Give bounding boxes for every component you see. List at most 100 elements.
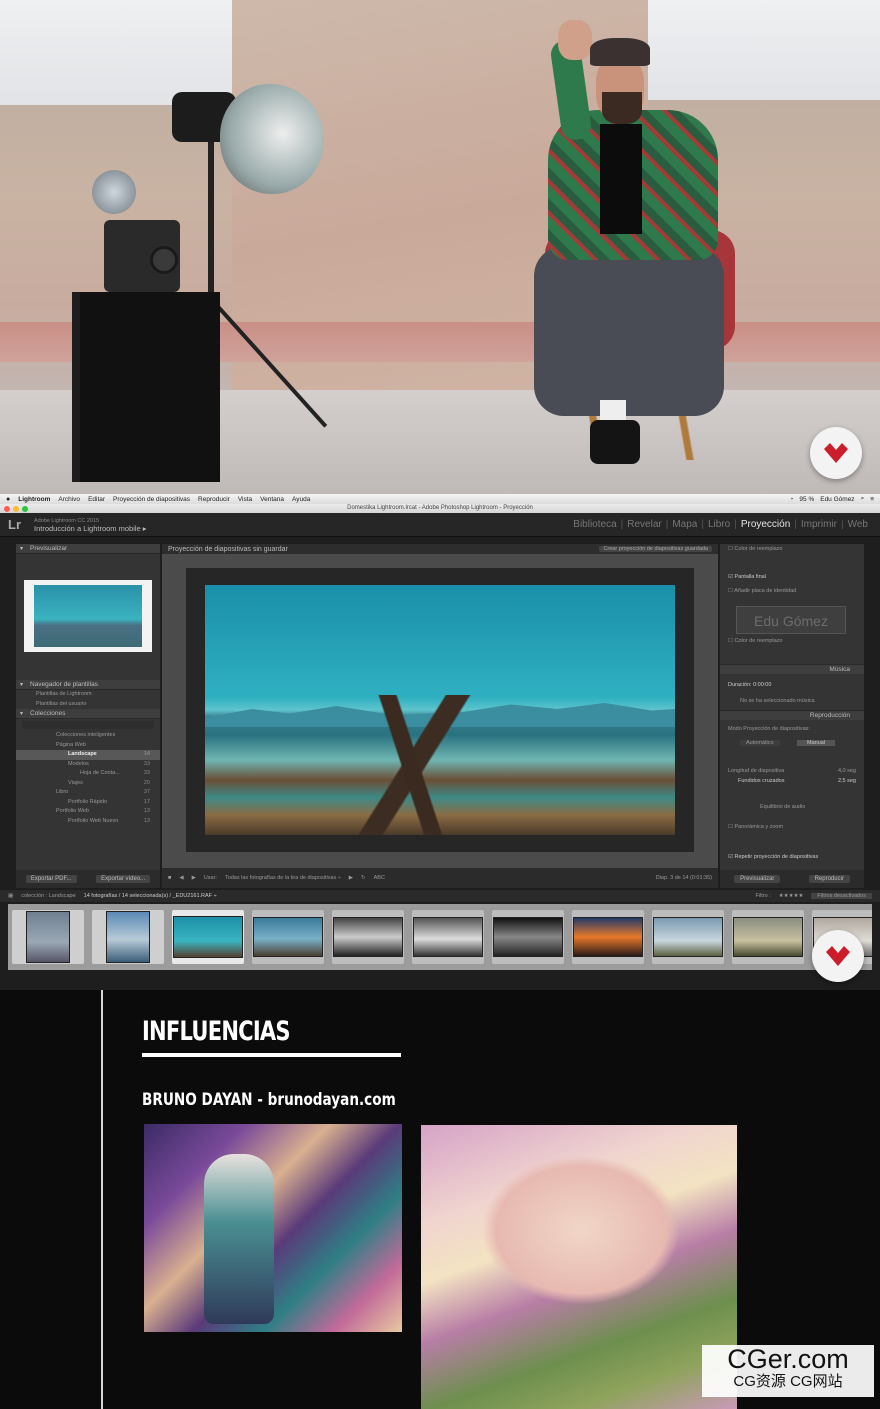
export-pdf-button[interactable]: Exportar PDF... bbox=[25, 875, 77, 883]
filmstrip bbox=[8, 904, 872, 970]
add-text-button[interactable]: ABC bbox=[374, 875, 385, 881]
templates-list: Plantillas de Lightroom Plantillas del u… bbox=[16, 690, 160, 709]
collection-item[interactable]: Colecciones inteligentes bbox=[16, 731, 160, 741]
filmstrip-thumb[interactable] bbox=[732, 910, 804, 964]
menu-item[interactable]: Archivo bbox=[58, 496, 80, 503]
domestika-logo-icon[interactable] bbox=[812, 930, 864, 982]
menu-app[interactable]: Lightroom bbox=[18, 496, 50, 503]
collections-header[interactable]: Colecciones bbox=[16, 709, 160, 719]
lightroom-window: ● Lightroom Archivo Editar Proyección de… bbox=[0, 494, 880, 990]
template-lightroom[interactable]: Plantillas de Lightroom bbox=[36, 690, 160, 700]
watermark: CGer.com CG资源 CG网站 bbox=[702, 1345, 874, 1397]
slideshow-editor: Proyección de diapositivas sin guardar C… bbox=[162, 544, 718, 888]
rating-stars[interactable]: ★★★★★ bbox=[779, 893, 804, 899]
filmstrip-thumb-selected[interactable] bbox=[172, 910, 244, 964]
replacement-color-row-2[interactable]: ☐ Color de reemplazo bbox=[720, 636, 864, 646]
module-libro[interactable]: Libro bbox=[704, 519, 734, 530]
filter-select[interactable]: Filtros desactivados bbox=[811, 893, 872, 899]
catalog-name[interactable]: Introducción a Lightroom mobile ▸ bbox=[34, 524, 147, 533]
apple-icon[interactable]: ● bbox=[6, 496, 10, 503]
slide-length-row[interactable]: Longitud de diapositiva 4,0 seg bbox=[720, 766, 864, 776]
repeat-checkbox[interactable]: ☑ Repetir proyección de diapositivas bbox=[720, 852, 864, 862]
domestika-logo-icon[interactable] bbox=[810, 427, 862, 479]
play-icon[interactable]: ▶ bbox=[349, 875, 353, 881]
filmstrip-thumb[interactable] bbox=[252, 910, 324, 964]
identity-text: Adobe Lightroom CC 2015 Introducción a L… bbox=[34, 517, 147, 533]
filmstrip-source[interactable]: colección : Landscape bbox=[21, 893, 75, 899]
right-buttons: Previsualizar Reproducir bbox=[720, 870, 864, 888]
collection-item[interactable]: Portfolio Web Nuevo 13 bbox=[16, 817, 160, 827]
export-video-button[interactable]: Exportar vídeo... bbox=[96, 875, 151, 883]
end-screen-checkbox[interactable]: ☑ Pantalla final bbox=[720, 572, 864, 582]
filmstrip-thumb[interactable] bbox=[652, 910, 724, 964]
play-button[interactable]: Reproducir bbox=[808, 875, 850, 883]
list-icon[interactable]: ≡ bbox=[870, 496, 874, 503]
collection-item[interactable]: Portfolio Web 13 bbox=[16, 807, 160, 817]
filmstrip-thumb[interactable] bbox=[332, 910, 404, 964]
save-slideshow-button[interactable]: Crear proyección de diapositivas guardad… bbox=[599, 546, 712, 552]
preview-header[interactable]: Previsualizar bbox=[16, 544, 160, 554]
menu-item[interactable]: Editar bbox=[88, 496, 105, 503]
module-revelar[interactable]: Revelar bbox=[623, 519, 665, 530]
replacement-color-row[interactable]: ☐ Color de reemplazo bbox=[720, 544, 864, 554]
rotate-icon[interactable]: ↻ bbox=[361, 875, 366, 881]
video-frame[interactable] bbox=[0, 0, 880, 494]
template-user[interactable]: Plantillas del usuario bbox=[36, 700, 160, 710]
crossfade-row[interactable]: Fundidos cruzados 2,5 seg bbox=[720, 776, 864, 786]
no-music-label: No se ha seleccionado música bbox=[740, 698, 815, 704]
prev-icon[interactable]: ◀ bbox=[179, 875, 183, 881]
preview-button[interactable]: Previsualizar bbox=[734, 875, 781, 883]
collection-item[interactable]: Viajes 20 bbox=[16, 779, 160, 789]
presenter-cap bbox=[590, 38, 650, 66]
mode-manual[interactable]: Manual bbox=[797, 740, 836, 746]
filmstrip-thumb[interactable] bbox=[412, 910, 484, 964]
filmstrip-thumb[interactable] bbox=[92, 910, 164, 964]
collection-item[interactable]: Modelos 33 bbox=[16, 760, 160, 770]
collection-item[interactable]: Portfolio Rápido 17 bbox=[16, 798, 160, 808]
slide-canvas[interactable] bbox=[186, 568, 694, 852]
identity-plate-preview[interactable]: Edu Gómez bbox=[736, 606, 846, 634]
user-name[interactable]: Edu Gómez bbox=[820, 496, 854, 503]
menu-item[interactable]: Reproducir bbox=[198, 496, 230, 503]
product-name: Adobe Lightroom CC 2015 bbox=[34, 517, 100, 524]
playback-header[interactable]: Reproducción bbox=[720, 710, 864, 720]
collection-item[interactable]: Libro 37 bbox=[16, 788, 160, 798]
menu-item[interactable]: Vista bbox=[238, 496, 252, 503]
module-imprimir[interactable]: Imprimir bbox=[797, 519, 841, 530]
wifi-icon[interactable]: ◔ bbox=[789, 496, 793, 503]
right-panel: ☐ Color de reemplazo ☑ Pantalla final ☐ … bbox=[720, 544, 864, 888]
module-proyeccion[interactable]: Proyección bbox=[737, 519, 794, 530]
close-icon[interactable] bbox=[4, 505, 10, 512]
filmstrip-thumb[interactable] bbox=[572, 910, 644, 964]
camera-plinth bbox=[72, 292, 220, 482]
use-label: Usar: bbox=[203, 875, 217, 881]
window-right bbox=[648, 0, 880, 100]
module-biblioteca[interactable]: Biblioteca bbox=[569, 519, 620, 530]
minimize-icon[interactable] bbox=[13, 505, 19, 512]
collection-item[interactable]: Hoja de Conta... 33 bbox=[16, 769, 160, 779]
filmstrip-thumb[interactable] bbox=[492, 910, 564, 964]
photo-face bbox=[481, 1155, 681, 1305]
menu-item[interactable]: Ventana bbox=[260, 496, 284, 503]
editor-header: Proyección de diapositivas sin guardar C… bbox=[162, 544, 718, 554]
zoom-icon[interactable] bbox=[22, 505, 28, 512]
add-identity-plate-checkbox[interactable]: ☐ Añadir placa de identidad bbox=[720, 586, 864, 596]
collection-item-selected[interactable]: Landscape 14 bbox=[16, 750, 160, 760]
stop-icon[interactable]: ■ bbox=[168, 875, 171, 881]
music-header[interactable]: Música bbox=[720, 664, 864, 674]
mode-automatic[interactable]: Automático bbox=[740, 740, 780, 746]
battery-level[interactable]: 95 % bbox=[799, 496, 814, 503]
use-select[interactable]: Todas las fotografías de la tira de diap… bbox=[225, 875, 341, 881]
menu-item[interactable]: Ayuda bbox=[292, 496, 310, 503]
collection-search-field[interactable] bbox=[22, 721, 154, 729]
filmstrip-thumb[interactable] bbox=[12, 910, 84, 964]
next-icon[interactable]: ▶ bbox=[192, 875, 196, 881]
search-icon[interactable]: ⌕ bbox=[861, 495, 865, 503]
templates-header[interactable]: Navegador de plantillas bbox=[16, 680, 160, 690]
pan-zoom-checkbox[interactable]: ☐ Panorámica y zoom bbox=[720, 822, 864, 832]
module-mapa[interactable]: Mapa bbox=[668, 519, 701, 530]
module-web[interactable]: Web bbox=[844, 519, 872, 530]
menu-item[interactable]: Proyección de diapositivas bbox=[113, 496, 190, 503]
collection-item[interactable]: Página Web bbox=[16, 741, 160, 751]
grid-icon[interactable]: ▦ bbox=[8, 893, 13, 899]
